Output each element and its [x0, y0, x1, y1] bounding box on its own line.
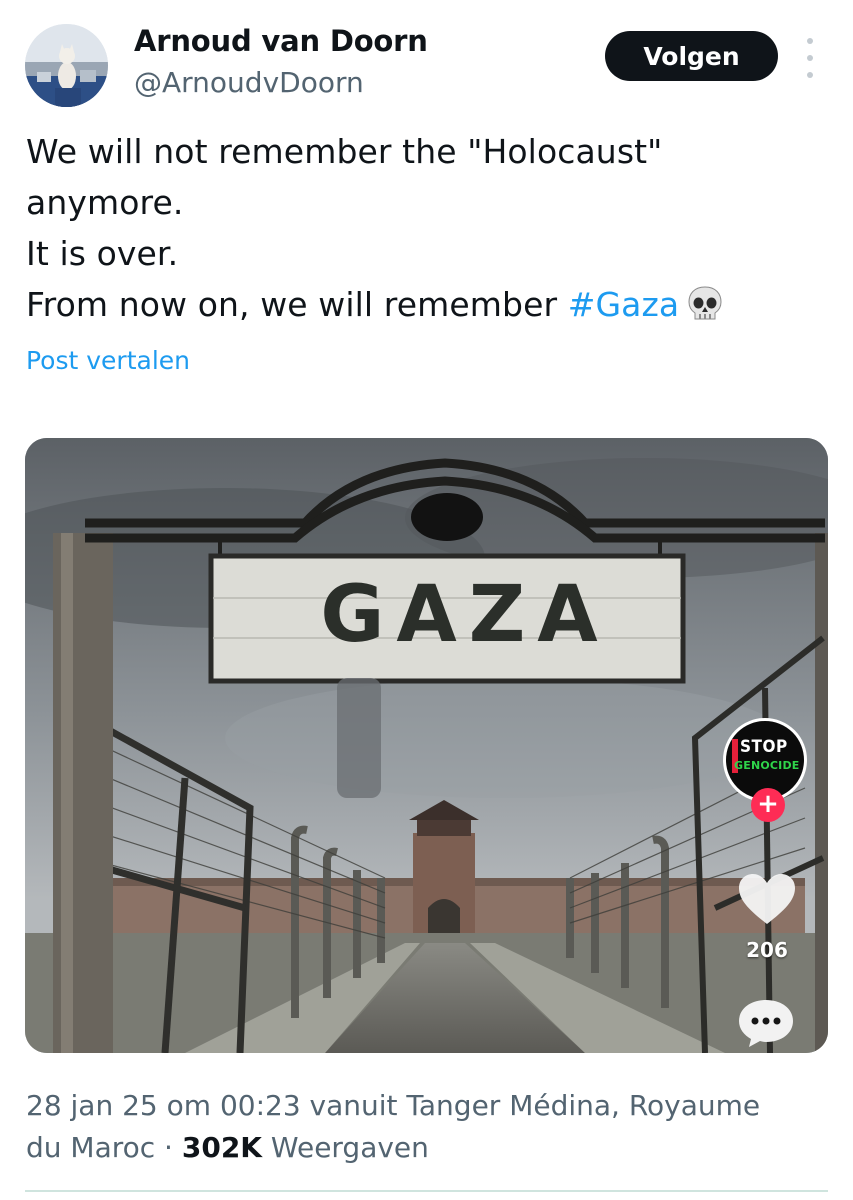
tweet-line: It is over. [26, 234, 179, 273]
badge-line2: GENOCIDE [734, 759, 800, 772]
tweet-meta: 28 jan 25 om 00:23 vanuit Tanger Médina,… [26, 1085, 836, 1169]
tweet-line: anymore. [26, 183, 184, 222]
like-count: 206 [746, 938, 788, 962]
location-continued: du Maroc · [26, 1131, 182, 1164]
tweet-text: We will not remember the "Holocaust" any… [26, 126, 826, 330]
views-count: 302K [181, 1131, 263, 1164]
tweet-line: We will not remember the "Holocaust" [26, 132, 663, 171]
divider [25, 1190, 828, 1192]
timestamp-location[interactable]: 28 jan 25 om 00:23 vanuit Tanger Médina,… [26, 1085, 836, 1127]
badge-line1: STOP [740, 737, 788, 757]
more-vertical-icon[interactable] [800, 38, 820, 78]
hashtag-link[interactable]: #Gaza [568, 285, 680, 324]
meta-line2: du Maroc · 302K Weergaven [26, 1127, 836, 1169]
avatar[interactable] [25, 24, 108, 107]
skull-icon [688, 286, 722, 320]
camp-gate-photo [25, 438, 828, 1053]
translate-post-link[interactable]: Post vertalen [26, 346, 190, 375]
plus-icon[interactable]: + [751, 788, 785, 822]
sign-text: GAZA [320, 570, 610, 660]
follow-button[interactable]: Volgen [605, 31, 778, 81]
heart-icon[interactable] [737, 872, 797, 926]
author-handle[interactable]: @ArnoudvDoorn [134, 66, 364, 99]
tweet-line-text: From now on, we will remember [26, 285, 568, 324]
tweet-line-last: From now on, we will remember #Gaza [26, 279, 826, 330]
views-label: Weergaven [262, 1131, 429, 1164]
avatar-cat-image [25, 24, 108, 107]
tweet-media-image[interactable]: GAZA STOP GENOCIDE + 206 [25, 438, 828, 1053]
comment-icon[interactable] [737, 998, 795, 1048]
author-name[interactable]: Arnoud van Doorn [134, 24, 428, 58]
